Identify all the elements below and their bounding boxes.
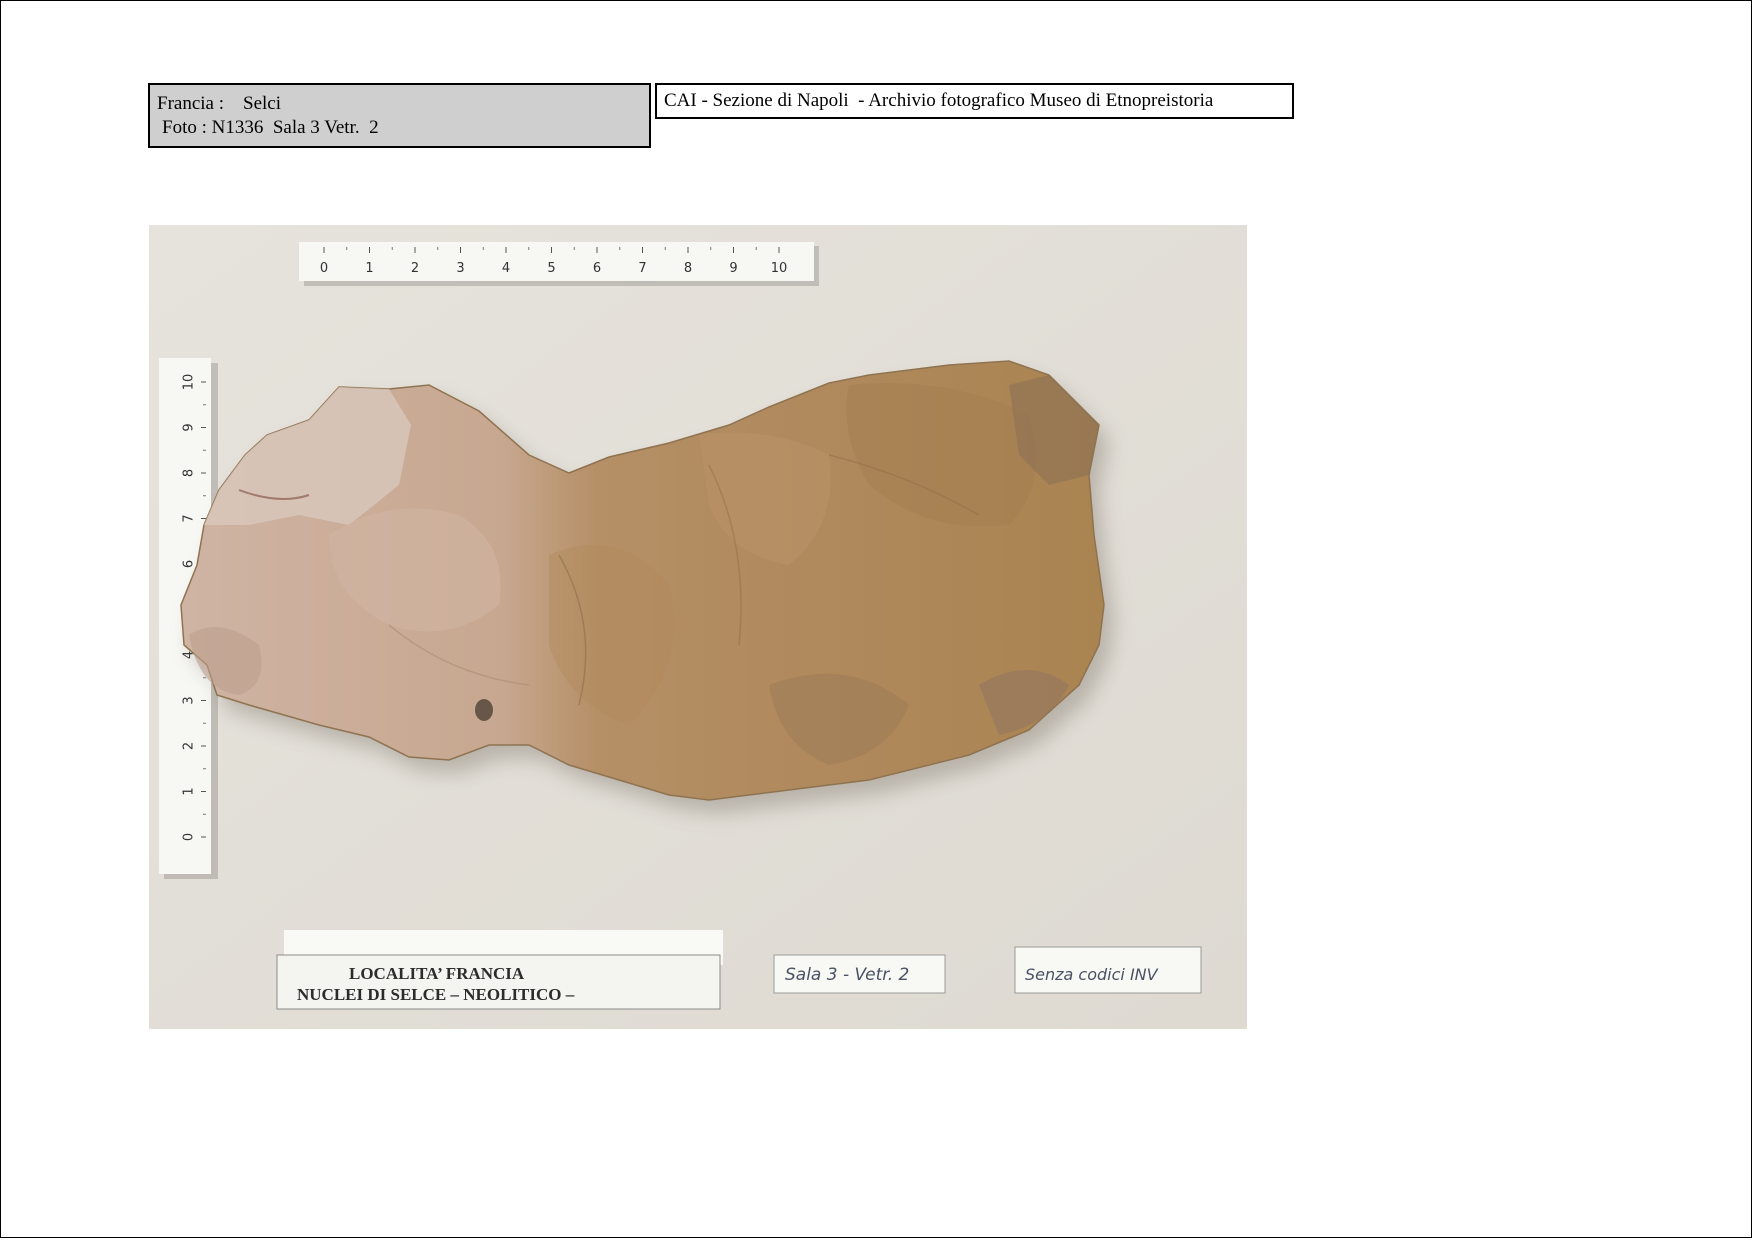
ruler-label: 7 <box>638 261 646 276</box>
ruler-label: 7 <box>182 514 197 522</box>
ruler-label: 3 <box>182 696 197 704</box>
ruler-label: 0 <box>182 833 197 841</box>
photo-reference-label: Foto : N1336 Sala 3 Vetr. 2 <box>162 117 379 138</box>
locality-label: LOCALITA’ FRANCIA NUCLEI DI SELCE – NEOL… <box>276 930 723 1010</box>
locality-label-line2: NUCLEI DI SELCE – NEOLITICO – <box>297 985 575 1004</box>
ruler-label: 10 <box>771 261 788 276</box>
inventory-label: Senza codici INV <box>1014 946 1202 994</box>
artifact-photo: 012345678910 012345678910 <box>149 225 1247 1029</box>
ruler-label: 4 <box>502 261 510 276</box>
photo-info-box: Francia : Selci Foto : N1336 Sala 3 Vetr… <box>148 83 651 148</box>
inventory-label-text: Senza codici INV <box>1025 965 1159 984</box>
locality-label-line1: LOCALITA’ FRANCIA <box>349 964 525 983</box>
ruler-label: 8 <box>684 261 692 276</box>
ruler-label: 0 <box>320 261 328 276</box>
sala-label-text: Sala 3 - Vetr. 2 <box>785 965 909 985</box>
ruler-label: 2 <box>182 742 197 750</box>
ruler-label: 6 <box>182 560 197 568</box>
ruler-label: 3 <box>456 261 464 276</box>
ruler-label: 1 <box>182 787 197 795</box>
ruler-label: 1 <box>365 261 373 276</box>
ruler-label: 10 <box>182 374 197 391</box>
ruler-label: 2 <box>411 261 419 276</box>
ruler-label: 9 <box>729 261 737 276</box>
ruler-label: 5 <box>547 261 555 276</box>
country-material-label: Francia : Selci <box>157 93 281 114</box>
archive-title: CAI - Sezione di Napoli - Archivio fotog… <box>655 83 1294 119</box>
sala-label: Sala 3 - Vetr. 2 <box>773 954 946 994</box>
ruler-label: 6 <box>593 261 601 276</box>
horizontal-ruler: 0 1 2 3 4 5 6 7 8 9 10 <box>299 242 819 286</box>
ruler-label: 8 <box>182 469 197 477</box>
ruler-label: 9 <box>182 423 197 431</box>
